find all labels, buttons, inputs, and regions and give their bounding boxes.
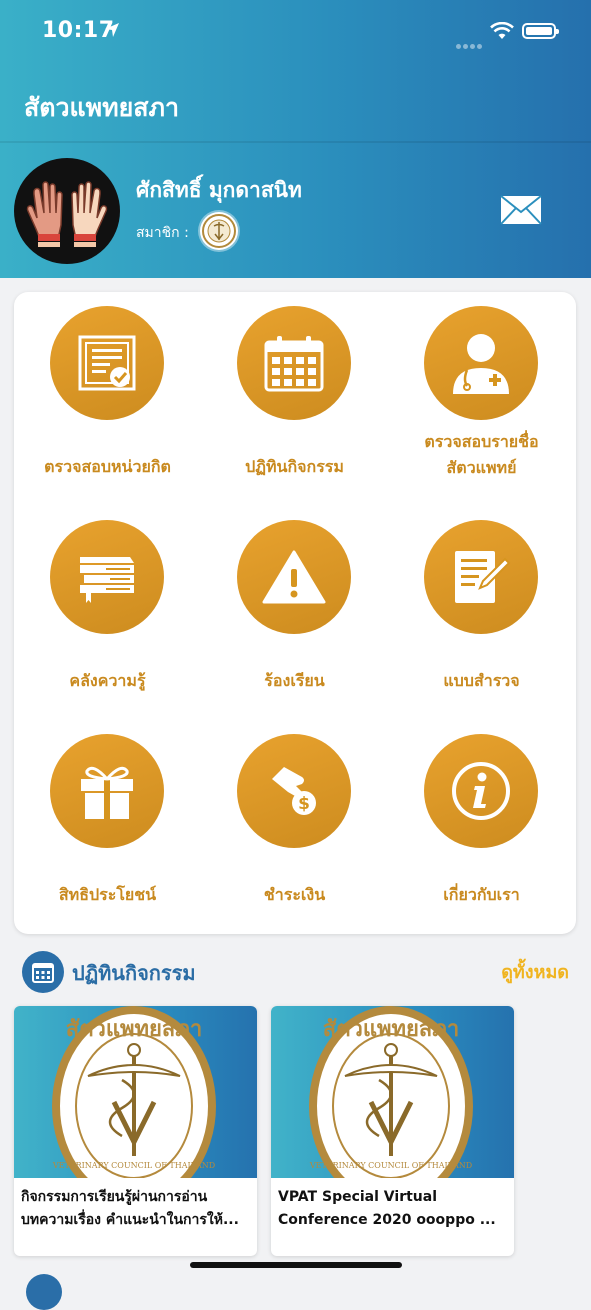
doctor-icon: [424, 306, 538, 420]
survey-edit-icon: [424, 520, 538, 634]
location-arrow-icon: [105, 23, 119, 37]
menu-about[interactable]: เกี่ยวกับเรา: [388, 720, 575, 934]
activity-card[interactable]: สัตวแพทยสภา VETERINARY COUNCIL OF THAILA…: [14, 1006, 257, 1256]
certificate-check-icon: [50, 306, 164, 420]
logo-subtext: VETERINARY COUNCIL OF THAILAND: [309, 1161, 472, 1170]
council-logo-image: สัตวแพทยสภา VETERINARY COUNCIL OF THAILA…: [271, 1006, 514, 1178]
menu-label: ร้องเรียน: [264, 671, 325, 690]
next-section-icon: [26, 1274, 62, 1310]
menu-label: แบบสำรวจ: [443, 671, 520, 690]
header-divider: [0, 141, 591, 143]
menu-label-line2: สัตวแพทย์: [446, 458, 517, 477]
logo-subtext: VETERINARY COUNCIL OF THAILAND: [52, 1161, 215, 1170]
calendar-icon: [22, 951, 64, 993]
menu-label: คลังความรู้: [69, 671, 146, 690]
svg-text:$: $: [298, 794, 310, 814]
menu-grid: ตรวจสอบหน่วยกิต ปฏิทินกิจกรรม ตรวจสอบราย…: [14, 292, 576, 934]
gift-icon: [50, 734, 164, 848]
raised-hands-icon: [26, 181, 108, 247]
signal-icon: [456, 34, 484, 53]
menu-knowledge[interactable]: คลังความรู้: [14, 506, 201, 720]
menu-check-credits[interactable]: ตรวจสอบหน่วยกิต: [14, 292, 201, 506]
menu-complaint[interactable]: ร้องเรียน: [201, 506, 388, 720]
activity-title: กิจกรรมการเรียนรู้ผ่านการอ่าน บทความเรื่…: [21, 1189, 239, 1228]
menu-label: เกี่ยวกับเรา: [443, 885, 520, 904]
member-badge-icon: [200, 212, 238, 250]
see-all-link[interactable]: ดูทั้งหมด: [501, 957, 569, 986]
menu-vet-search[interactable]: ตรวจสอบรายชื่อ สัตวแพทย์: [388, 292, 575, 506]
member-label: สมาชิก :: [136, 225, 189, 241]
books-icon: [50, 520, 164, 634]
header: 10:17 สัตวแพทยสภา ศักสิทธิ์ มุกดาสนิท สม…: [0, 0, 591, 278]
wifi-icon: [490, 22, 514, 39]
menu-label: ตรวจสอบหน่วยกิต: [44, 457, 171, 476]
activities-title: ปฏิทินกิจกรรม: [72, 961, 196, 985]
menu-payment[interactable]: $ ชำระเงิน: [201, 720, 388, 934]
menu-label: ปฏิทินกิจกรรม: [245, 457, 344, 476]
mail-icon[interactable]: [500, 195, 542, 225]
battery-icon: [522, 23, 559, 39]
app-title: สัตวแพทยสภา: [24, 93, 180, 122]
menu-label: ชำระเงิน: [263, 885, 326, 904]
info-icon: [424, 734, 538, 848]
menu-benefits[interactable]: สิทธิประโยชน์: [14, 720, 201, 934]
warning-icon: [237, 520, 351, 634]
status-bar: 10:17: [0, 0, 591, 60]
avatar[interactable]: [14, 158, 120, 264]
menu-label: สิทธิประโยชน์: [58, 885, 157, 904]
home-indicator[interactable]: [190, 1262, 402, 1268]
activity-title: VPAT Special Virtual Conference 2020 ooo…: [278, 1189, 496, 1228]
user-name: ศักสิทธิ์ มุกดาสนิท: [136, 178, 302, 202]
payment-icon: $: [237, 734, 351, 848]
council-logo-image: สัตวแพทยสภา VETERINARY COUNCIL OF THAILA…: [14, 1006, 257, 1178]
menu-calendar[interactable]: ปฏิทินกิจกรรม: [201, 292, 388, 506]
menu-survey[interactable]: แบบสำรวจ: [388, 506, 575, 720]
calendar-icon: [237, 306, 351, 420]
logo-text: สัตวแพทยสภา: [323, 1017, 459, 1042]
activity-card[interactable]: สัตวแพทยสภา VETERINARY COUNCIL OF THAILA…: [271, 1006, 514, 1256]
activities-header: ปฏิทินกิจกรรม ดูทั้งหมด: [0, 946, 591, 996]
logo-text: สัตวแพทยสภา: [66, 1017, 202, 1042]
menu-label: ตรวจสอบรายชื่อ: [424, 432, 539, 451]
